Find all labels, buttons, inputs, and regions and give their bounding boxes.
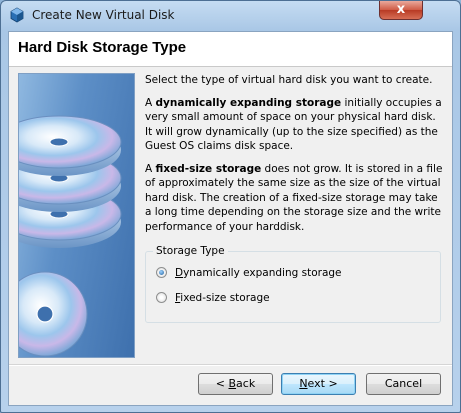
window-title: Create New Virtual Disk [32, 8, 175, 22]
description-text: Select the type of virtual hard disk you… [145, 73, 445, 242]
page-header: Hard Disk Storage Type [9, 32, 452, 67]
dynamic-term: dynamically expanding storage [155, 96, 342, 109]
dialog-window: Create New Virtual Disk x Hard Disk Stor… [0, 0, 461, 413]
stacked-discs-icon [19, 115, 122, 357]
close-button[interactable]: x [379, 1, 423, 20]
radio-button-selected[interactable] [156, 267, 167, 278]
footer-divider [9, 364, 452, 366]
fixed-term: fixed-size storage [155, 162, 262, 175]
storage-type-group: Storage Type Dynamically expanding stora… [145, 245, 441, 323]
side-image-panel [18, 73, 135, 358]
intro-paragraph: Select the type of virtual hard disk you… [145, 74, 433, 86]
next-button[interactable]: Next > [281, 373, 356, 395]
fixed-paragraph: A fixed-size storage does not grow. It i… [145, 162, 443, 233]
storage-type-legend: Storage Type [153, 245, 228, 257]
dialog-client: Hard Disk Storage Type Select the type o… [8, 31, 453, 406]
title-bar[interactable]: Create New Virtual Disk x [1, 1, 460, 31]
radio-label-fixed[interactable]: Fixed-size storage [175, 290, 270, 306]
radio-label-dynamic[interactable]: Dynamically expanding storage [175, 265, 342, 281]
close-icon: x [396, 2, 406, 17]
dynamic-paragraph: A dynamically expanding storage initiall… [145, 96, 442, 153]
cancel-button[interactable]: Cancel [366, 373, 441, 395]
back-button[interactable]: < Back [198, 373, 273, 395]
virtualbox-icon [10, 7, 24, 23]
radio-button[interactable] [156, 292, 167, 303]
page-title: Hard Disk Storage Type [18, 39, 187, 56]
